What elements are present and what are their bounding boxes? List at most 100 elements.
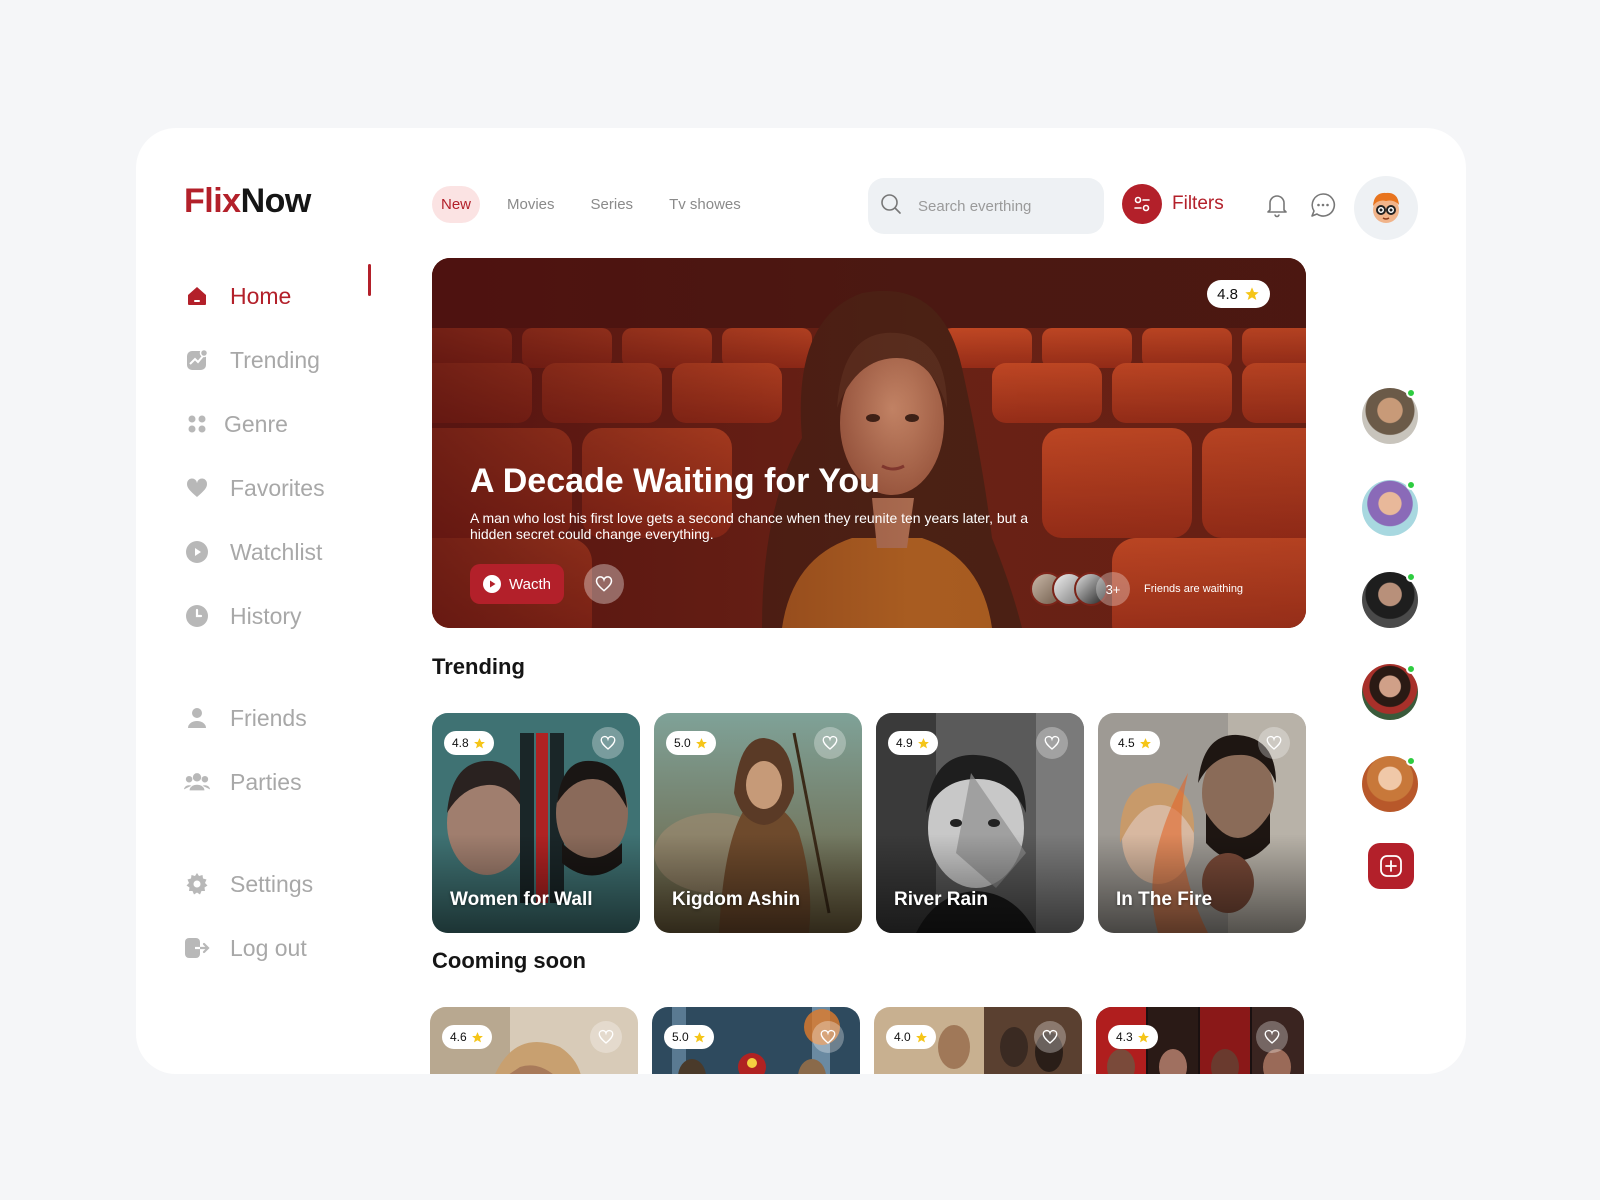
movie-card[interactable]: 5.0 [652, 1007, 860, 1074]
online-status-dot [1406, 664, 1416, 674]
watch-button[interactable]: Wacth [470, 564, 564, 604]
online-status-dot [1406, 388, 1416, 398]
card-favorite-button[interactable] [814, 727, 846, 759]
chat-icon[interactable] [1310, 192, 1336, 218]
sidebar-item-logout[interactable]: Log out [184, 928, 384, 968]
watch-button-label: Wacth [509, 575, 551, 593]
star-icon [695, 737, 707, 748]
sidebar-item-label: Trending [230, 346, 320, 373]
online-friend-avatar[interactable] [1362, 756, 1418, 812]
sidebar-item-trending[interactable]: Trending [184, 340, 384, 380]
favorite-button[interactable] [584, 564, 624, 604]
sidebar-item-settings[interactable]: Settings [184, 864, 384, 904]
trending-icon [184, 347, 210, 373]
star-icon [917, 737, 929, 748]
sidebar-item-genre[interactable]: Genre [184, 404, 384, 444]
movie-card[interactable]: 4.3 [1096, 1007, 1304, 1074]
tab-movies[interactable]: Movies [498, 186, 564, 223]
grid-icon [184, 411, 210, 437]
heart-icon [184, 475, 210, 501]
movie-card[interactable]: 4.0 [874, 1007, 1082, 1074]
rating-value: 4.3 [1116, 1030, 1133, 1044]
profile-avatar[interactable] [1354, 176, 1418, 240]
search-bar [868, 178, 1104, 234]
tab-new[interactable]: New [432, 186, 481, 223]
sidebar-item-watchlist[interactable]: Watchlist [184, 532, 384, 572]
star-icon [693, 1031, 705, 1042]
movie-card[interactable]: 5.0 Kigdom Ashin [654, 713, 862, 933]
filters-label: Filters [1172, 193, 1224, 214]
brand-logo[interactable]: FlixNow [184, 182, 311, 221]
add-friend-button[interactable] [1368, 843, 1414, 889]
clock-icon [184, 603, 210, 629]
online-friend-avatar[interactable] [1362, 572, 1418, 628]
rating-value: 4.8 [452, 736, 469, 750]
sidebar-item-friends[interactable]: Friends [184, 698, 384, 738]
sidebar-item-favorites[interactable]: Favorites [184, 468, 384, 508]
friends-waiting-label: Friends are waithing [1144, 583, 1244, 595]
sidebar-item-label: History [230, 602, 302, 629]
rating-badge: 4.0 [886, 1025, 936, 1049]
movie-card[interactable]: 4.8 Women for Wall [432, 713, 640, 933]
star-icon [1245, 287, 1259, 300]
heart-outline-icon [595, 576, 613, 592]
heart-outline-icon [598, 1029, 614, 1044]
movie-card[interactable]: 4.9 River Rain [876, 713, 1084, 933]
heart-outline-icon [1264, 1029, 1280, 1044]
heart-outline-icon [1266, 735, 1282, 750]
sidebar-item-label: Settings [230, 870, 314, 897]
online-friend-avatar[interactable] [1362, 388, 1418, 444]
play-circle-icon [483, 575, 502, 593]
movie-card[interactable]: 4.6 [430, 1007, 638, 1074]
hero-rating-badge: 4.8 [1207, 280, 1270, 308]
online-friend-avatar[interactable] [1362, 480, 1418, 536]
sidebar-item-label: Genre [224, 410, 288, 437]
heart-outline-icon [822, 735, 838, 750]
sidebar-item-parties[interactable]: Parties [184, 762, 384, 802]
sidebar-item-history[interactable]: History [184, 596, 384, 636]
card-favorite-button[interactable] [1036, 727, 1068, 759]
rating-value: 4.5 [1118, 736, 1135, 750]
star-icon [1139, 737, 1151, 748]
star-icon [471, 1031, 483, 1042]
star-icon [915, 1031, 927, 1042]
friends-more-count: 3+ [1096, 572, 1130, 606]
card-favorite-button[interactable] [1034, 1021, 1066, 1053]
gear-icon [184, 871, 210, 897]
rating-value: 5.0 [672, 1030, 689, 1044]
search-icon[interactable] [880, 193, 902, 220]
online-friend-avatar[interactable] [1362, 664, 1418, 720]
filter-icon [1122, 184, 1162, 224]
tab-tv-shows[interactable]: Tv showes [660, 186, 750, 223]
card-favorite-button[interactable] [592, 727, 624, 759]
filters-button[interactable]: Filters [1122, 184, 1224, 224]
top-tabs: New Movies Series Tv showes [432, 186, 768, 223]
user-icon [184, 705, 210, 731]
plus-square-icon [1380, 855, 1402, 877]
hero-rating-value: 4.8 [1217, 285, 1238, 303]
online-status-dot [1406, 756, 1416, 766]
trending-title: Trending [432, 654, 525, 679]
heart-outline-icon [600, 735, 616, 750]
star-icon [1137, 1031, 1149, 1042]
movie-card[interactable]: 4.5 In The Fire [1098, 713, 1306, 933]
sidebar-item-label: Friends [230, 704, 307, 731]
search-input[interactable] [918, 197, 1088, 215]
home-icon [184, 283, 210, 309]
rating-badge: 4.3 [1108, 1025, 1158, 1049]
tab-series[interactable]: Series [582, 186, 643, 223]
rating-badge: 5.0 [664, 1025, 714, 1049]
sidebar-item-label: Watchlist [230, 538, 323, 565]
online-status-dot [1406, 572, 1416, 582]
card-favorite-button[interactable] [1256, 1021, 1288, 1053]
card-favorite-button[interactable] [812, 1021, 844, 1053]
bell-icon[interactable] [1264, 192, 1290, 218]
card-favorite-button[interactable] [590, 1021, 622, 1053]
sidebar-item-home[interactable]: Home [184, 276, 384, 316]
card-favorite-button[interactable] [1258, 727, 1290, 759]
rating-badge: 4.6 [442, 1025, 492, 1049]
active-indicator [368, 264, 371, 296]
online-status-dot [1406, 480, 1416, 490]
friends-waiting[interactable]: 3+ Friends are waithing [1030, 572, 1243, 606]
sidebar-item-label: Favorites [230, 474, 325, 501]
